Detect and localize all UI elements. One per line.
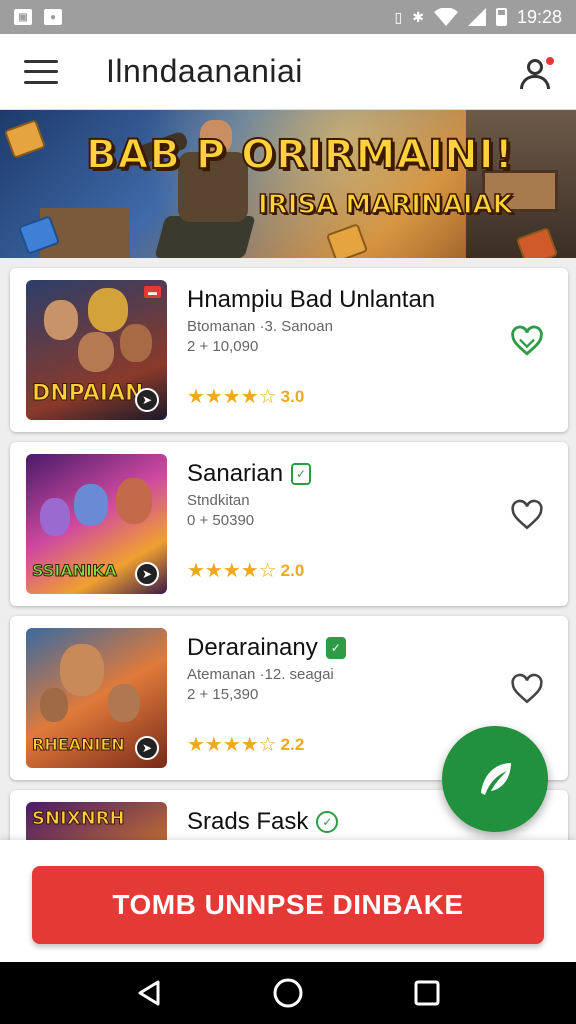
signal-icon xyxy=(467,8,486,26)
status-bar: ▣ ● ▯ ✱ 19:28 xyxy=(0,0,576,34)
banner-title: BAB P ORIRMAINI! xyxy=(85,131,514,179)
feather-icon xyxy=(481,763,511,795)
game-thumbnail-logo: SSIANIKA xyxy=(32,561,118,581)
game-rating: ★★★★☆ 3.0 xyxy=(187,384,304,409)
wifi-icon xyxy=(433,8,458,26)
favorite-heart-icon[interactable] xyxy=(510,498,544,532)
bluetooth-icon: ✱ xyxy=(412,8,424,25)
notification-dot xyxy=(544,54,556,67)
favorite-heart-icon[interactable] xyxy=(510,324,544,358)
verified-badge-icon: ✓ xyxy=(291,463,312,485)
system-nav-bar xyxy=(0,962,576,1024)
notification-icon: ● xyxy=(44,9,62,25)
game-thumbnail: ▬ DNPAIAN ➤ xyxy=(26,280,167,420)
banner-subtitle: IRISA MARINAIAK xyxy=(257,189,513,221)
verified-badge-icon: ✓ xyxy=(316,811,339,833)
rating-value: 2.2 xyxy=(280,734,305,754)
game-title: Derarainany xyxy=(187,634,318,661)
game-rating: ★★★★☆ 2.2 xyxy=(187,732,304,757)
battery-icon xyxy=(495,8,507,26)
game-thumbnail: RHEANIEN ➤ xyxy=(26,628,167,768)
app-bar: Ilnndaananiai xyxy=(0,34,576,110)
game-developer: Btomanan ·3. Sanoan xyxy=(187,318,333,335)
game-developer: Stndkitan xyxy=(187,492,250,509)
game-thumbnail-logo: RHEANIEN xyxy=(32,735,126,755)
rating-stars: ★★★★☆ xyxy=(187,734,277,756)
game-title: Hnampiu Bad Unlantan xyxy=(187,286,436,313)
bottom-action-panel: TOMB UNNPSE DINBAKE xyxy=(0,840,576,962)
game-thumbnail: SSIANIKA ➤ xyxy=(26,454,167,594)
home-icon[interactable] xyxy=(268,973,308,1013)
rating-stars: ★★★★☆ xyxy=(187,386,277,408)
vibrate-icon: ▯ xyxy=(394,8,403,25)
hamburger-menu-icon[interactable] xyxy=(24,59,58,84)
rating-value: 3.0 xyxy=(280,386,305,406)
play-badge-icon: ➤ xyxy=(135,562,159,586)
app-title: Ilnndaananiai xyxy=(106,53,303,89)
recents-icon[interactable] xyxy=(407,973,447,1013)
play-badge-icon: ➤ xyxy=(135,736,159,760)
game-downloads: 2 + 15,390 xyxy=(187,686,259,703)
verified-badge-icon: ✓ xyxy=(325,637,346,659)
status-time: 19:28 xyxy=(516,6,562,27)
play-badge-icon: ➤ xyxy=(135,388,159,412)
promo-banner[interactable]: BAB P ORIRMAINI! IRISA MARINAIAK xyxy=(0,110,576,258)
game-card[interactable]: ▬ DNPAIAN ➤ Hnampiu Bad Unlantan Btomana… xyxy=(10,268,568,432)
rating-value: 2.0 xyxy=(280,560,305,580)
primary-cta-button[interactable]: TOMB UNNPSE DINBAKE xyxy=(32,866,544,944)
rating-stars: ★★★★☆ xyxy=(187,560,277,582)
status-bar-right: ▯ ✱ 19:28 xyxy=(395,7,563,28)
game-developer: Atemanan ·12. seagai xyxy=(187,666,334,683)
edit-fab-button[interactable] xyxy=(442,726,548,832)
profile-icon[interactable] xyxy=(518,54,556,89)
game-downloads: 0 + 50390 xyxy=(187,512,255,529)
back-icon[interactable] xyxy=(129,973,169,1013)
game-card[interactable]: SSIANIKA ➤ Sanarian ✓ Stndkitan 0 + 5039… xyxy=(10,442,568,606)
game-title: Srads Fask xyxy=(187,808,309,835)
game-title: Sanarian xyxy=(187,460,284,487)
game-thumbnail-logo: DNPAIAN xyxy=(31,381,144,407)
game-thumbnail-logo: SNIXNRH xyxy=(32,808,126,830)
status-bar-left: ▣ ● xyxy=(14,9,62,25)
image-icon: ▣ xyxy=(14,9,32,25)
game-rating: ★★★★☆ 2.0 xyxy=(187,558,304,583)
game-downloads: 2 + 10,090 xyxy=(187,338,259,355)
favorite-heart-icon[interactable] xyxy=(510,672,544,706)
